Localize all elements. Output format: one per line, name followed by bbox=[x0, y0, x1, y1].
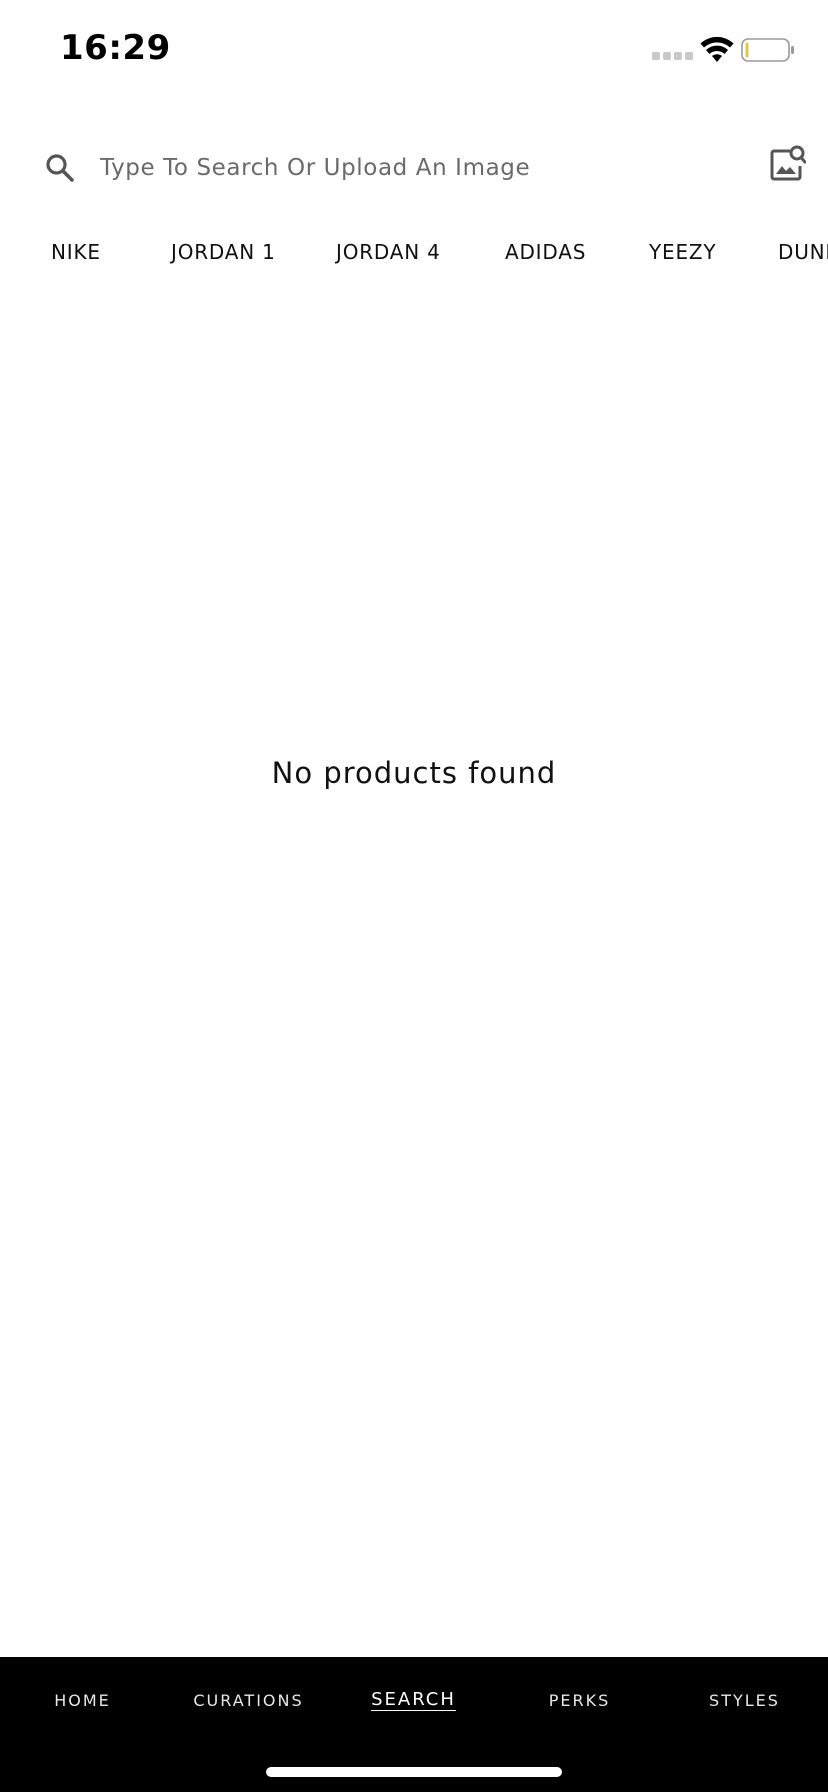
nav-tab-search[interactable]: SEARCH bbox=[331, 1689, 496, 1710]
brand-filter-strip: NIKE JORDAN 1 JORDAN 4 ADIDAS YEEZY DUNK bbox=[0, 232, 828, 276]
image-search-icon[interactable] bbox=[770, 144, 806, 182]
brand-chip-jordan-4[interactable]: JORDAN 4 bbox=[336, 240, 441, 264]
empty-results-message: No products found bbox=[271, 756, 557, 790]
brand-chip-nike[interactable]: NIKE bbox=[51, 240, 101, 264]
nav-tab-curations[interactable]: CURATIONS bbox=[166, 1691, 331, 1710]
status-bar: 16:29 bbox=[0, 0, 828, 100]
home-indicator bbox=[266, 1767, 562, 1777]
search-icon[interactable] bbox=[44, 152, 76, 184]
brand-chip-adidas[interactable]: ADIDAS bbox=[505, 240, 586, 264]
battery-icon bbox=[741, 38, 794, 62]
nav-tab-home[interactable]: HOME bbox=[0, 1691, 165, 1710]
wifi-icon bbox=[700, 36, 734, 62]
search-input[interactable] bbox=[100, 146, 740, 190]
bottom-nav: HOME CURATIONS SEARCH PERKS STYLES bbox=[0, 1657, 828, 1792]
nav-tab-perks[interactable]: PERKS bbox=[497, 1691, 662, 1710]
brand-chip-dunk[interactable]: DUNK bbox=[778, 240, 828, 264]
cellular-signal-icon bbox=[652, 52, 693, 60]
nav-tab-styles[interactable]: STYLES bbox=[662, 1691, 827, 1710]
brand-chip-jordan-1[interactable]: JORDAN 1 bbox=[171, 240, 276, 264]
search-bar bbox=[0, 130, 828, 210]
status-time: 16:29 bbox=[60, 28, 171, 68]
brand-chip-yeezy[interactable]: YEEZY bbox=[649, 240, 716, 264]
